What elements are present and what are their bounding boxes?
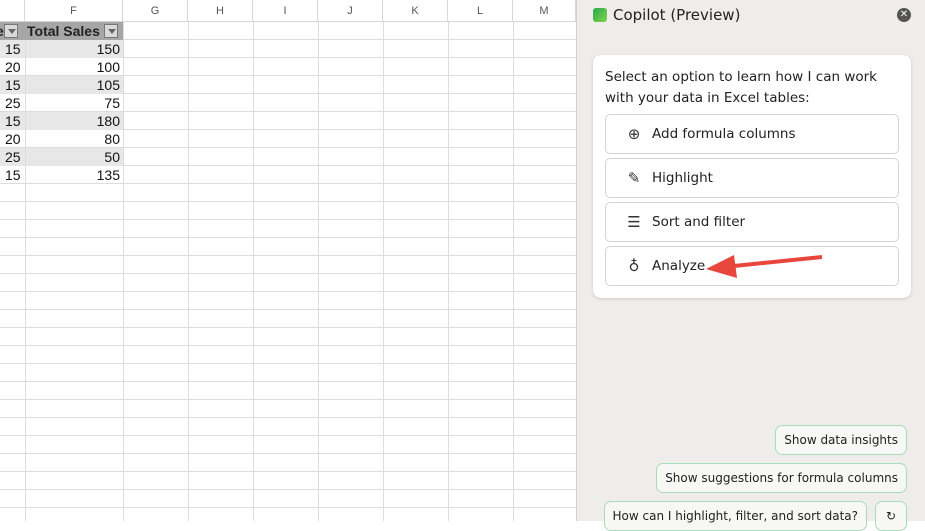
- cell-price[interactable]: 15: [0, 112, 25, 130]
- grid-row: [0, 292, 576, 310]
- cell-total-sales[interactable]: 105: [26, 76, 123, 94]
- cell-price[interactable]: 15: [0, 76, 25, 94]
- cell-total-sales[interactable]: 100: [26, 58, 123, 76]
- grid-row: [0, 274, 576, 292]
- column-header-m[interactable]: M: [513, 0, 576, 22]
- cell-total-sales[interactable]: 150: [26, 40, 123, 58]
- cell-total-sales[interactable]: 50: [26, 148, 123, 166]
- grid-column-line: [318, 22, 319, 521]
- spreadsheet-grid[interactable]: F G H I J K L M e Total Sales 1515020100…: [0, 0, 576, 521]
- cell-price[interactable]: 25: [0, 94, 25, 112]
- option-label: Sort and filter: [652, 214, 746, 230]
- column-header-l[interactable]: L: [448, 0, 513, 22]
- option-label: Analyze: [652, 258, 706, 274]
- filter-icon: ☰: [627, 213, 641, 231]
- suggestion-show-data-insights[interactable]: Show data insights: [775, 425, 907, 455]
- option-label: Highlight: [652, 170, 713, 186]
- copilot-logo-icon: [593, 8, 607, 22]
- option-highlight[interactable]: ✎ Highlight: [605, 158, 899, 198]
- grid-column-line: [383, 22, 384, 521]
- title-text: Copilot (Preview): [613, 6, 741, 24]
- filter-dropdown-icon[interactable]: [103, 24, 118, 39]
- cell-price[interactable]: 20: [0, 130, 25, 148]
- grid-column-line: [448, 22, 449, 521]
- option-add-formula-columns[interactable]: ⊕ Add formula columns: [605, 114, 899, 154]
- cell-price[interactable]: 15: [0, 40, 25, 58]
- grid-row: [0, 238, 576, 256]
- suggestion-formula-columns[interactable]: Show suggestions for formula columns: [656, 463, 907, 493]
- cell-total-sales[interactable]: 75: [26, 94, 123, 112]
- refresh-icon[interactable]: ↻: [875, 501, 907, 531]
- grid-row: [0, 418, 576, 436]
- header-text: Total Sales: [27, 23, 100, 39]
- copilot-panel: Copilot (Preview) ✕ Select an option to …: [576, 0, 925, 531]
- grid-row: [0, 454, 576, 472]
- grid-column-line: [253, 22, 254, 521]
- plus-circle-icon: ⊕: [627, 125, 641, 143]
- cell-price[interactable]: 20: [0, 58, 25, 76]
- column-header-i[interactable]: I: [253, 0, 318, 22]
- grid-row: [0, 310, 576, 328]
- grid-row: [0, 256, 576, 274]
- pen-icon: ✎: [627, 169, 641, 187]
- intro-text: Select an option to learn how I can work…: [605, 69, 878, 106]
- grid-row: [0, 346, 576, 364]
- option-sort-and-filter[interactable]: ☰ Sort and filter: [605, 202, 899, 242]
- grid-column-line: [513, 22, 514, 521]
- column-header-g[interactable]: G: [123, 0, 188, 22]
- grid-row: [0, 220, 576, 238]
- grid-row: [0, 472, 576, 490]
- close-icon[interactable]: ✕: [897, 8, 911, 22]
- option-label: Add formula columns: [652, 126, 796, 142]
- cell-total-sales[interactable]: 180: [26, 112, 123, 130]
- cell-total-sales[interactable]: 80: [26, 130, 123, 148]
- cell-price[interactable]: 25: [0, 148, 25, 166]
- filter-dropdown-icon[interactable]: [3, 24, 18, 39]
- cell-price[interactable]: 15: [0, 166, 25, 184]
- grid-row: [0, 436, 576, 454]
- column-header-h[interactable]: H: [188, 0, 253, 22]
- panel-title: Copilot (Preview): [593, 6, 740, 24]
- grid-column-line: [188, 22, 189, 521]
- grid-row: [0, 328, 576, 346]
- grid-column-line: [123, 22, 124, 521]
- red-arrow-annotation: [706, 255, 823, 278]
- grid-row: [0, 508, 576, 521]
- grid-row: [0, 202, 576, 220]
- grid-row: [0, 364, 576, 382]
- cell-total-sales[interactable]: 135: [26, 166, 123, 184]
- suggestion-highlight-filter-sort[interactable]: How can I highlight, filter, and sort da…: [603, 501, 867, 531]
- table-header-total-sales: Total Sales: [25, 22, 123, 40]
- grid-row: [0, 184, 576, 202]
- lightbulb-icon: ♁: [628, 257, 640, 275]
- grid-row: [0, 382, 576, 400]
- column-header-f[interactable]: F: [25, 0, 123, 22]
- column-header-j[interactable]: J: [318, 0, 383, 22]
- grid-row: [0, 490, 576, 508]
- column-header-e[interactable]: [0, 0, 25, 22]
- column-header-k[interactable]: K: [383, 0, 448, 22]
- table-header-partial: e: [0, 22, 25, 40]
- grid-row: [0, 400, 576, 418]
